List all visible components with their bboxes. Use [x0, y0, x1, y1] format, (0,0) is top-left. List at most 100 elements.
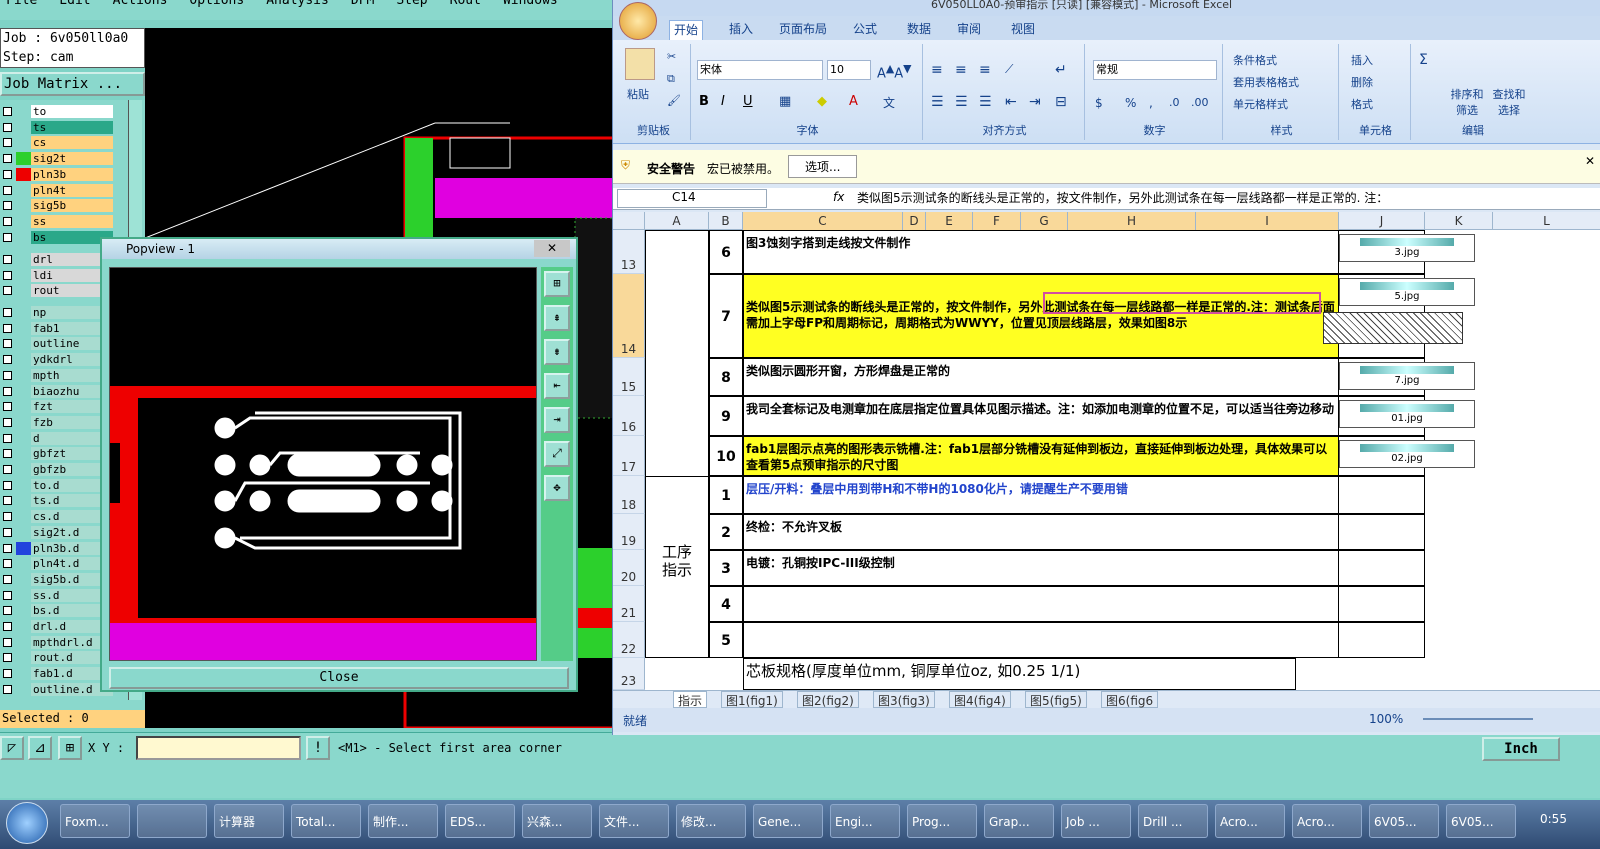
office-button-icon[interactable] — [619, 2, 657, 40]
layer-checkbox[interactable] — [3, 201, 12, 211]
embedded-image[interactable]: 3.jpg — [1339, 234, 1475, 262]
instruction-cell[interactable] — [743, 622, 1339, 658]
format-painter-icon[interactable]: 🖌 — [667, 94, 681, 107]
taskbar-item[interactable]: Job ... — [1061, 804, 1131, 838]
menu-item-rout[interactable]: Rout — [444, 0, 481, 8]
layer-checkbox[interactable] — [3, 255, 12, 264]
cell-styles-button[interactable]: 单元格样式 — [1233, 96, 1288, 112]
cut-icon[interactable]: ✂ — [667, 50, 676, 63]
options-button[interactable]: 选项... — [788, 155, 858, 178]
job-matrix-button[interactable]: Job Matrix ... — [0, 72, 145, 96]
menu-item-dfm[interactable]: DFM — [345, 0, 374, 8]
embedded-image[interactable]: 7.jpg — [1339, 362, 1475, 390]
layer-checkbox[interactable] — [3, 308, 12, 317]
currency-icon[interactable]: $ — [1095, 96, 1103, 110]
move-icon[interactable]: ✥ — [544, 475, 570, 501]
layer-checkbox[interactable] — [3, 527, 12, 537]
image-cell[interactable] — [1339, 550, 1425, 586]
layer-row[interactable]: cs — [0, 135, 118, 150]
taskbar-item[interactable] — [137, 804, 207, 838]
layer-checkbox[interactable] — [3, 339, 12, 349]
column-header[interactable]: D — [903, 212, 926, 230]
select-all-corner[interactable] — [613, 212, 645, 230]
taskbar-item[interactable]: 兴森... — [522, 804, 592, 838]
decrease-decimal-icon[interactable]: .00 — [1191, 96, 1209, 109]
select-tool-icon[interactable]: ◸ — [0, 736, 24, 760]
row-header[interactable]: 23 — [613, 658, 645, 690]
conditional-format-button[interactable]: 条件格式 — [1233, 52, 1277, 68]
layer-checkbox[interactable] — [3, 433, 12, 443]
selected-image[interactable] — [1323, 312, 1463, 344]
menu-item-actions[interactable]: Actions — [107, 0, 168, 8]
pan-up-icon[interactable]: ⇞ — [544, 305, 570, 331]
layer-checkbox[interactable] — [3, 653, 12, 663]
row-header[interactable]: 16 — [613, 396, 645, 436]
taskbar-item[interactable]: Acro... — [1215, 804, 1285, 838]
row-header[interactable]: 18 — [613, 476, 645, 514]
layer-checkbox[interactable] — [3, 637, 12, 647]
layer-checkbox[interactable] — [3, 355, 12, 365]
align-top-icon[interactable]: ≡ — [931, 62, 943, 78]
menu-item-windows[interactable]: Windows — [497, 0, 558, 8]
ribbon-tab[interactable]: 公式 — [849, 20, 881, 40]
name-box[interactable]: C14 — [617, 189, 767, 208]
fill-color-icon[interactable]: ◆ — [817, 94, 827, 109]
pan-left-icon[interactable]: ⇤ — [544, 373, 570, 399]
format-table-button[interactable]: 套用表格格式 — [1233, 74, 1299, 90]
layer-checkbox[interactable] — [3, 232, 12, 242]
instruction-cell[interactable]: 电镀：孔铜按IPC-III级控制 — [743, 550, 1339, 586]
layer-checkbox[interactable] — [3, 512, 12, 522]
taskbar-item[interactable]: Prog... — [907, 804, 977, 838]
layer-checkbox[interactable] — [3, 122, 12, 132]
taskbar-item[interactable]: 制作... — [368, 804, 438, 838]
sheet-tab[interactable]: 图6(fig6 — [1101, 691, 1159, 708]
layer-checkbox[interactable] — [3, 154, 12, 164]
indent-icon[interactable]: ⇤ — [1005, 94, 1017, 110]
sheet-tab[interactable]: 图4(fig4) — [949, 691, 1011, 708]
image-cell[interactable] — [1339, 514, 1425, 550]
zoom-level[interactable]: 100% — [1369, 712, 1403, 726]
row-header[interactable]: 22 — [613, 622, 645, 658]
image-cell[interactable] — [1339, 622, 1425, 658]
layer-checkbox[interactable] — [3, 138, 12, 148]
taskbar-item[interactable]: 6V05... — [1369, 804, 1439, 838]
layer-checkbox[interactable] — [3, 386, 12, 396]
ribbon-tab[interactable]: 数据 — [903, 20, 935, 40]
pan-right-icon[interactable]: ⇥ — [544, 407, 570, 433]
popview-close-button[interactable]: Close — [109, 667, 569, 689]
number-format-select[interactable]: 常规 — [1093, 60, 1217, 80]
percent-icon[interactable]: % — [1125, 96, 1136, 110]
delete-button[interactable]: 删除 — [1351, 74, 1373, 90]
taskbar-item[interactable]: 6V05... — [1446, 804, 1516, 838]
copy-icon[interactable]: ⧉ — [667, 72, 675, 86]
ribbon-tab[interactable]: 页面布局 — [775, 20, 831, 40]
column-header[interactable]: G — [1021, 212, 1068, 230]
layer-checkbox[interactable] — [3, 669, 12, 679]
layer-checkbox[interactable] — [3, 216, 12, 226]
sheet-tab[interactable]: 图1(fig1) — [721, 691, 783, 708]
layer-checkbox[interactable] — [3, 370, 12, 380]
layer-checkbox[interactable] — [3, 480, 12, 490]
menu-item-options[interactable]: Options — [183, 0, 244, 8]
instruction-cell[interactable]: fab1层图示点亮的图形表示铣槽.注：fab1层部分铣槽没有延伸到板边，直接延伸… — [743, 436, 1339, 476]
column-header[interactable]: B — [709, 212, 743, 230]
row-header[interactable]: 13 — [613, 230, 645, 274]
paste-button[interactable]: 粘贴 — [627, 86, 649, 102]
column-header[interactable]: K — [1425, 212, 1493, 230]
instruction-cell[interactable]: 层压/开料：叠层中用到带H和不带H的1080化片，请提醒生产不要用错 — [743, 476, 1339, 514]
layer-checkbox[interactable] — [3, 590, 12, 600]
taskbar-item[interactable]: Drill ... — [1138, 804, 1208, 838]
instruction-cell[interactable]: 芯板规格(厚度单位mm, 铜厚单位oz, 如0.25 1/1) — [743, 658, 1296, 690]
fit-icon[interactable]: ⤢ — [544, 441, 570, 467]
layer-checkbox[interactable] — [3, 417, 12, 427]
bold-icon[interactable]: B — [699, 94, 709, 109]
layer-checkbox[interactable] — [3, 574, 12, 584]
border-icon[interactable]: ▦ — [779, 94, 791, 109]
sheet-tab[interactable]: 图5(fig5) — [1025, 691, 1087, 708]
layer-name[interactable]: pln4t — [31, 183, 113, 197]
ribbon-tab[interactable]: 插入 — [725, 20, 757, 40]
embedded-image[interactable]: 01.jpg — [1339, 400, 1475, 428]
row-header[interactable]: 17 — [613, 436, 645, 476]
worksheet-grid[interactable]: 13 6 图3蚀刻字搭到走线按文件制作 3.jpg 14 7 类似图5示测试条的断线头是正常… — [613, 230, 1600, 690]
align-left-icon[interactable]: ☰ — [931, 94, 944, 110]
